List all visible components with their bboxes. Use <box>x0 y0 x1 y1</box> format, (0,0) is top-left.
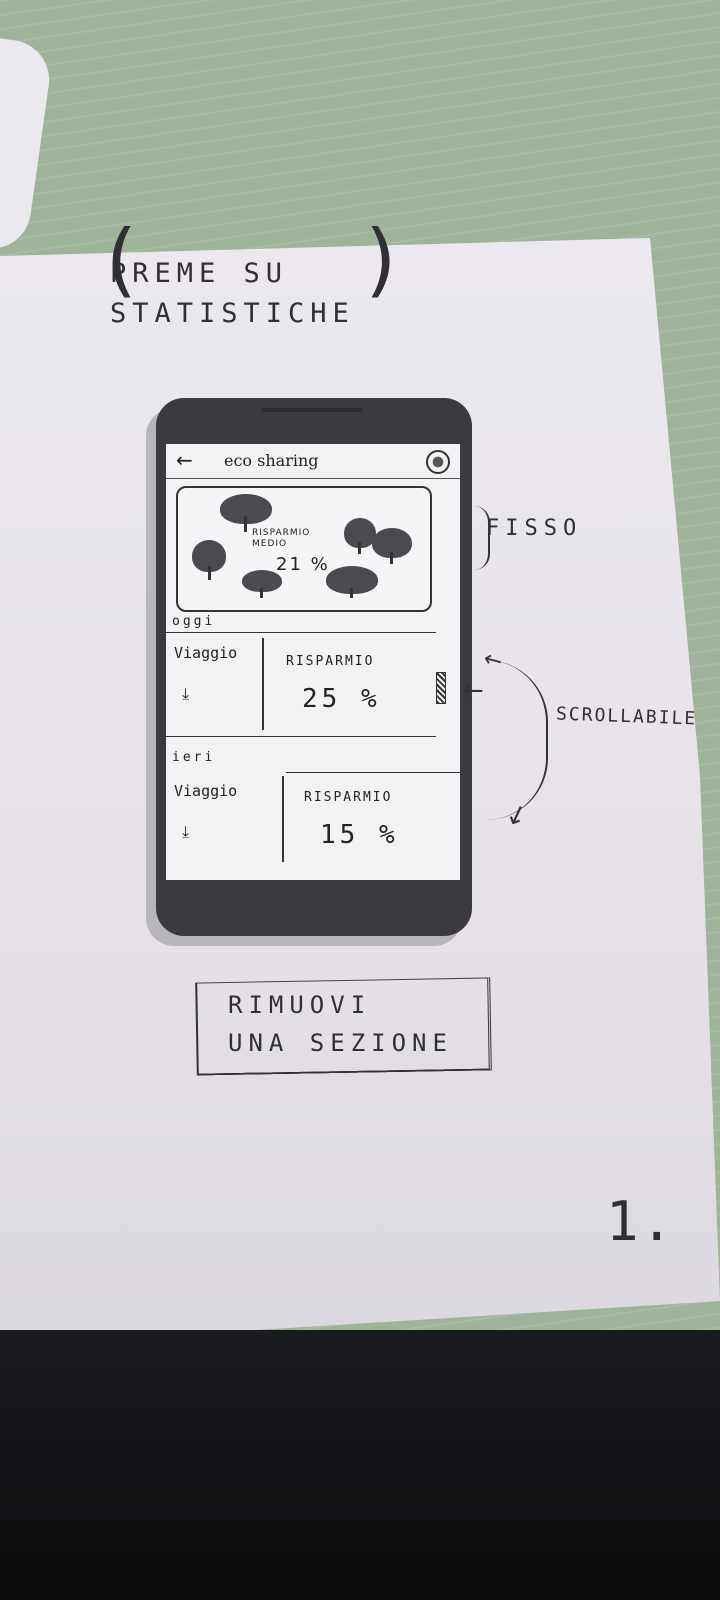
arrow-pointer-icon: ← <box>462 676 484 706</box>
saving-value: 25 % <box>302 684 381 714</box>
saving-value: 15 % <box>320 820 399 850</box>
trip-row-today[interactable]: Viaggio ⤓ RISPARMIO 25 % <box>166 638 460 730</box>
trip-cell: Viaggio ⤓ <box>170 776 284 862</box>
divider <box>166 632 436 633</box>
dark-floor <box>0 1330 720 1600</box>
sketch-title: ( PREME SU STATISTICHE ) <box>96 220 406 334</box>
trip-label: Viaggio <box>174 644 238 662</box>
scrollbar[interactable] <box>436 672 446 704</box>
close-paren: ) <box>358 213 413 306</box>
app-topbar: ← eco sharing <box>166 444 460 479</box>
download-icon: ⤓ <box>182 822 190 841</box>
arrow-left-icon[interactable]: ← <box>176 448 193 472</box>
download-icon: ⤓ <box>182 684 190 703</box>
trip-cell: Viaggio ⤓ <box>170 638 264 730</box>
saving-label: RISPARMIO <box>286 654 375 669</box>
page-number: 1. <box>606 1190 676 1253</box>
fixed-annotation: FISSO <box>486 516 583 541</box>
saving-label: RISPARMIO <box>304 790 393 805</box>
trip-row-yesterday[interactable]: Viaggio ⤓ RISPARMIO 15 % <box>166 776 460 862</box>
eco-logo-icon <box>426 450 450 474</box>
divider <box>286 772 460 773</box>
phone-frame: ← eco sharing RISPARMIO MEDIO 21 % oggi … <box>156 398 472 936</box>
average-saving-value: 21 % <box>276 554 330 575</box>
day-label-today: oggi <box>172 614 216 629</box>
average-saving-card: RISPARMIO MEDIO 21 % <box>176 486 432 612</box>
phone-screen: ← eco sharing RISPARMIO MEDIO 21 % oggi … <box>166 444 460 880</box>
day-label-yesterday: ieri <box>172 750 216 765</box>
phone-speaker <box>262 408 362 412</box>
app-title: eco sharing <box>224 451 319 470</box>
open-paren: ( <box>96 213 151 306</box>
trip-label: Viaggio <box>174 782 238 800</box>
average-saving-label: RISPARMIO MEDIO <box>252 528 311 549</box>
divider <box>166 736 436 737</box>
remove-section-label: RIMUOVI UNA SEZIONE <box>228 991 453 1057</box>
